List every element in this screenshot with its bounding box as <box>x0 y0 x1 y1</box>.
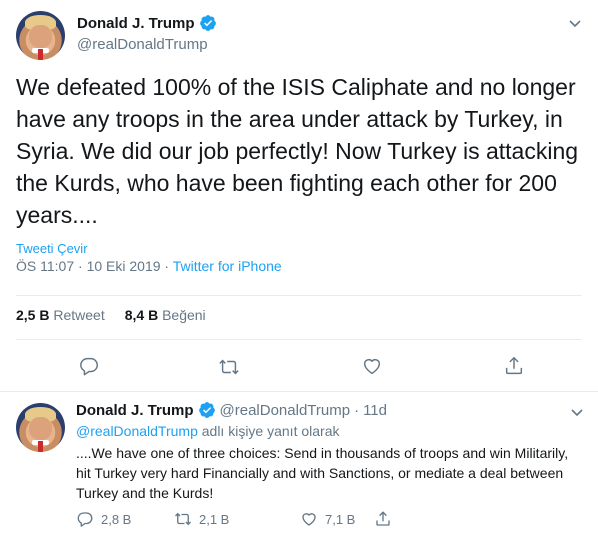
share-icon[interactable] <box>503 355 525 377</box>
display-name[interactable]: Donald J. Trump <box>76 402 194 419</box>
separator-dot: · <box>354 401 360 419</box>
tweet-time[interactable]: ÖS 11:07 <box>16 258 74 274</box>
retweet-count: 2,1 B <box>199 511 230 527</box>
tweet-date[interactable]: 10 Eki 2019 <box>87 258 161 274</box>
author-name-row[interactable]: Donald J. Trump <box>77 14 217 32</box>
main-tweet: Donald J. Trump @realDonaldTrump We defe… <box>0 0 598 391</box>
reply-mention[interactable]: @realDonaldTrump <box>76 423 198 439</box>
reply-count: 2,8 B <box>101 511 132 527</box>
reply-icon <box>77 512 93 527</box>
like-icon[interactable] <box>361 355 383 377</box>
tweet-text: ....We have one of three choices: Send i… <box>76 445 569 501</box>
verified-badge-icon <box>199 15 216 31</box>
like-stat[interactable]: 8,4 B Beğeni <box>125 307 206 323</box>
avatar[interactable] <box>16 11 65 60</box>
like-count: 8,4 B <box>124 307 159 323</box>
like-count: 7,1 B <box>325 511 356 527</box>
like-button[interactable]: 7,1 B <box>300 510 355 528</box>
replying-to: @realDonaldTrump adlı kişiye yanıt olara… <box>76 423 339 439</box>
tweet-source[interactable]: Twitter for iPhone <box>173 258 282 274</box>
share-icon <box>376 511 390 526</box>
retweet-count: 2,5 B <box>16 307 50 323</box>
author-handle[interactable]: @realDonaldTrump <box>220 402 351 419</box>
author-name-row[interactable]: Donald J. Trump @realDonaldTrump · 11d <box>76 401 387 419</box>
separator-dot: · <box>78 258 83 274</box>
like-label: Beğeni <box>162 307 206 323</box>
avatar[interactable] <box>16 403 65 452</box>
reply-button[interactable]: 2,8 B <box>76 510 131 528</box>
chevron-down-icon[interactable] <box>569 404 585 420</box>
divider <box>16 339 582 340</box>
translate-link[interactable]: Tweeti Çevir <box>16 241 88 256</box>
like-icon <box>302 513 316 526</box>
share-button[interactable] <box>374 510 399 528</box>
tweet-text: We defeated 100% of the ISIS Caliphate a… <box>16 74 579 228</box>
retweet-label: Retweet <box>53 307 105 323</box>
divider <box>16 295 582 296</box>
author-handle[interactable]: @realDonaldTrump <box>77 36 208 53</box>
retweet-icon <box>175 512 191 526</box>
verified-badge-icon <box>198 402 215 418</box>
divider <box>0 391 598 392</box>
tweet-age[interactable]: 11d <box>363 402 387 419</box>
reply-icon[interactable] <box>78 355 100 377</box>
retweet-icon[interactable] <box>218 356 240 378</box>
retweet-stat[interactable]: 2,5 B Retweet <box>16 307 105 323</box>
engagement-stats: 2,5 B Retweet 8,4 B Beğeni <box>16 307 206 323</box>
chevron-down-icon[interactable] <box>567 15 583 31</box>
separator-dot: · <box>164 258 170 274</box>
retweet-button[interactable]: 2,1 B <box>174 510 229 528</box>
tweet-metadata: ÖS 11:07 · 10 Eki 2019 · Twitter for iPh… <box>16 258 282 274</box>
display-name[interactable]: Donald J. Trump <box>77 15 195 32</box>
reply-to-suffix: adlı kişiye yanıt olarak <box>201 423 340 439</box>
